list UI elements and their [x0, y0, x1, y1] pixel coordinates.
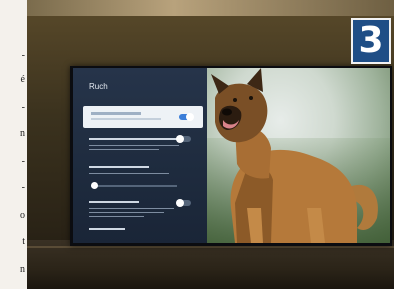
- settings-row-description: [89, 145, 179, 146]
- settings-title: Ruch: [89, 82, 108, 91]
- toggle-knob: [186, 113, 194, 121]
- settings-row-highlighted[interactable]: [83, 106, 203, 128]
- settings-row-label: [89, 228, 125, 230]
- tv-stand-edge: [27, 246, 394, 248]
- settings-row-description: [89, 208, 174, 209]
- wall-top: [27, 0, 394, 16]
- settings-row-label: [89, 166, 149, 168]
- settings-row-description: [89, 173, 169, 174]
- settings-row-description: [89, 216, 144, 217]
- toggle-off[interactable]: [176, 199, 191, 207]
- slider-handle[interactable]: [91, 182, 98, 189]
- text-fragment: -: [21, 156, 25, 167]
- text-fragment: -: [21, 182, 25, 193]
- text-fragment: t: [22, 236, 25, 247]
- text-fragment: n: [20, 128, 25, 139]
- text-fragment: n: [20, 264, 25, 275]
- text-fragment: o: [20, 210, 25, 221]
- text-fragment: -: [21, 50, 25, 61]
- row-label: [91, 112, 141, 115]
- toggle-on[interactable]: [179, 113, 194, 121]
- row-description: [91, 118, 161, 120]
- text-fragment: -: [21, 102, 25, 113]
- text-fragment: é: [20, 74, 25, 85]
- tv-screen: Ruch: [73, 68, 390, 243]
- dog-photo: [211, 68, 378, 243]
- toggle-knob: [176, 199, 184, 207]
- settings-row-label: [89, 201, 139, 203]
- toggle-knob: [176, 135, 184, 143]
- settings-panel: Ruch: [73, 68, 207, 243]
- settings-row-label: [89, 138, 185, 140]
- slider-track[interactable]: [91, 185, 177, 187]
- settings-row-description: [89, 149, 159, 150]
- left-page-strip: - é - n - - o t n: [0, 0, 27, 289]
- number-badge: 3: [351, 18, 391, 64]
- settings-row-description: [89, 212, 164, 213]
- toggle-off[interactable]: [176, 135, 191, 143]
